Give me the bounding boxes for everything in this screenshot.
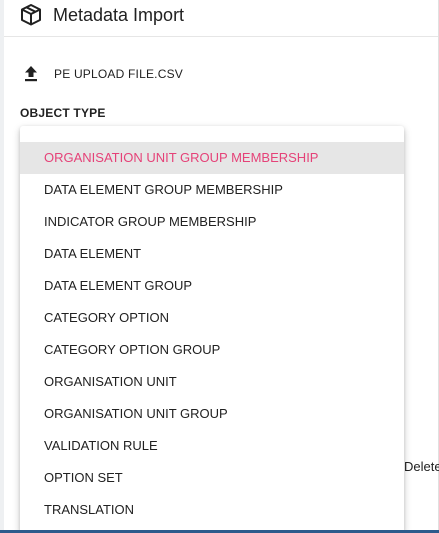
app-header: Metadata Import <box>4 0 438 37</box>
menu-item-organisation-unit-group-membership[interactable]: ORGANISATION UNIT GROUP MEMBERSHIP <box>20 142 404 174</box>
menu-item-data-element[interactable]: DATA ELEMENT <box>20 238 404 270</box>
object-type-dropdown-menu[interactable]: ORGANISATION UNIT GROUP MEMBERSHIP DATA … <box>20 126 404 533</box>
menu-item-indicator-group-membership[interactable]: INDICATOR GROUP MEMBERSHIP <box>20 206 404 238</box>
box-import-icon <box>18 2 44 28</box>
delete-text: Delete <box>404 459 439 474</box>
menu-item-organisation-unit-group[interactable]: ORGANISATION UNIT GROUP <box>20 398 404 430</box>
object-type-label: OBJECT TYPE <box>20 106 106 120</box>
upload-file-label: PE UPLOAD FILE.CSV <box>54 67 183 81</box>
menu-item-organisation-unit[interactable]: ORGANISATION UNIT <box>20 366 404 398</box>
upload-icon <box>20 63 42 85</box>
menu-item-option-set[interactable]: OPTION SET <box>20 462 404 494</box>
menu-item-validation-rule[interactable]: VALIDATION RULE <box>20 430 404 462</box>
menu-item-category-option-group[interactable]: CATEGORY OPTION GROUP <box>20 334 404 366</box>
upload-file-button[interactable]: PE UPLOAD FILE.CSV <box>20 62 183 86</box>
left-edge <box>0 0 4 533</box>
page-title: Metadata Import <box>53 5 185 25</box>
menu-item-data-element-group-membership[interactable]: DATA ELEMENT GROUP MEMBERSHIP <box>20 174 404 206</box>
menu-item-category-option[interactable]: CATEGORY OPTION <box>20 302 404 334</box>
menu-item-translation[interactable]: TRANSLATION <box>20 494 404 526</box>
menu-item-data-element-group[interactable]: DATA ELEMENT GROUP <box>20 270 404 302</box>
